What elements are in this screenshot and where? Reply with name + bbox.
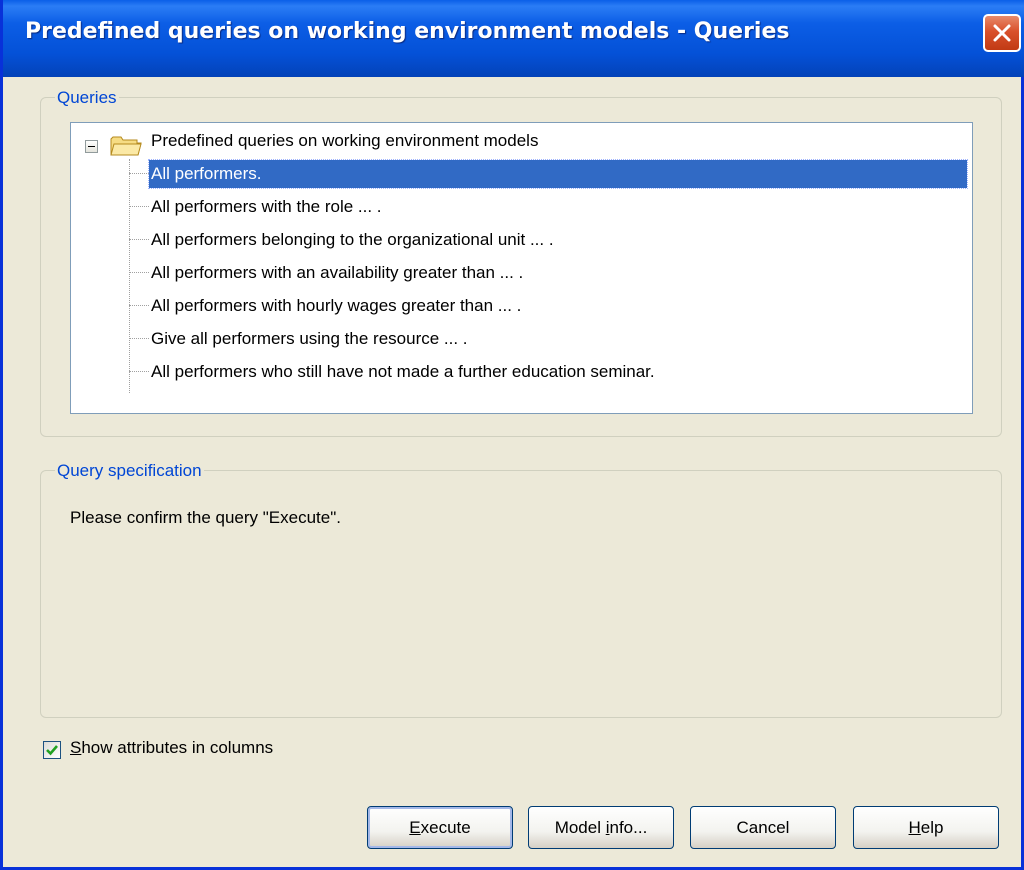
tree-connector [129,272,149,273]
mnemonic: H [908,818,921,837]
tree-item-label: All performers with hourly wages greater… [151,296,522,315]
button-text: nfo... [609,818,648,837]
tree-item-all-performers[interactable]: All performers. [129,159,969,189]
tree-connector [129,338,149,339]
button-text: elp [920,818,944,837]
tree-item-performers-hourly-wages[interactable]: All performers with hourly wages greater… [129,292,969,320]
show-attributes-checkbox[interactable] [43,741,61,759]
tree-root-label[interactable]: Predefined queries on working environmen… [151,131,538,151]
label-text: how attributes in columns [81,738,274,757]
tree-item-label: Give all performers using the resource .… [151,329,468,348]
check-icon [46,745,58,756]
tree-item-performers-availability[interactable]: All performers with an availability grea… [129,259,969,287]
queries-group-label: Queries [55,88,119,108]
tree-connector [129,206,149,207]
tree-item-label: All performers belonging to the organiza… [151,230,554,249]
mnemonic: E [409,818,421,837]
tree-item-performers-with-role[interactable]: All performers with the role ... . [129,193,969,221]
tree-connector [129,173,149,174]
query-spec-text: Please confirm the query "Execute". [70,508,341,527]
button-text: Model [554,818,606,837]
show-attributes-label[interactable]: Show attributes in columns [70,738,273,758]
tree-item-label: All performers. [148,159,968,189]
queries-tree[interactable]: Predefined queries on working environmen… [70,122,973,414]
folder-icon [110,136,142,156]
query-spec-group-label: Query specification [55,461,204,481]
help-button[interactable]: Help [853,806,999,849]
tree-collapse-toggle[interactable] [85,140,98,153]
model-info-button[interactable]: Model info... [528,806,674,849]
close-icon [993,24,1011,42]
tree-connector [129,239,149,240]
tree-item-performers-no-seminar[interactable]: All performers who still have not made a… [129,358,969,386]
tree-item-performers-resource[interactable]: Give all performers using the resource .… [129,325,969,353]
title-bar[interactable]: Predefined queries on working environmen… [3,0,1024,77]
tree-item-label: All performers with the role ... . [151,197,382,216]
tree-item-performers-org-unit[interactable]: All performers belonging to the organiza… [129,226,969,254]
execute-button[interactable]: Execute [367,806,513,849]
tree-connector [129,371,149,372]
close-button[interactable] [983,14,1021,52]
window-title: Predefined queries on working environmen… [25,19,790,44]
cancel-button[interactable]: Cancel [690,806,836,849]
dialog-window: Predefined queries on working environmen… [0,0,1024,870]
mnemonic: S [70,738,82,757]
button-text: xecute [420,818,471,837]
tree-item-label: All performers with an availability grea… [151,263,524,282]
tree-connector [129,305,149,306]
tree-item-label: All performers who still have not made a… [151,362,655,381]
